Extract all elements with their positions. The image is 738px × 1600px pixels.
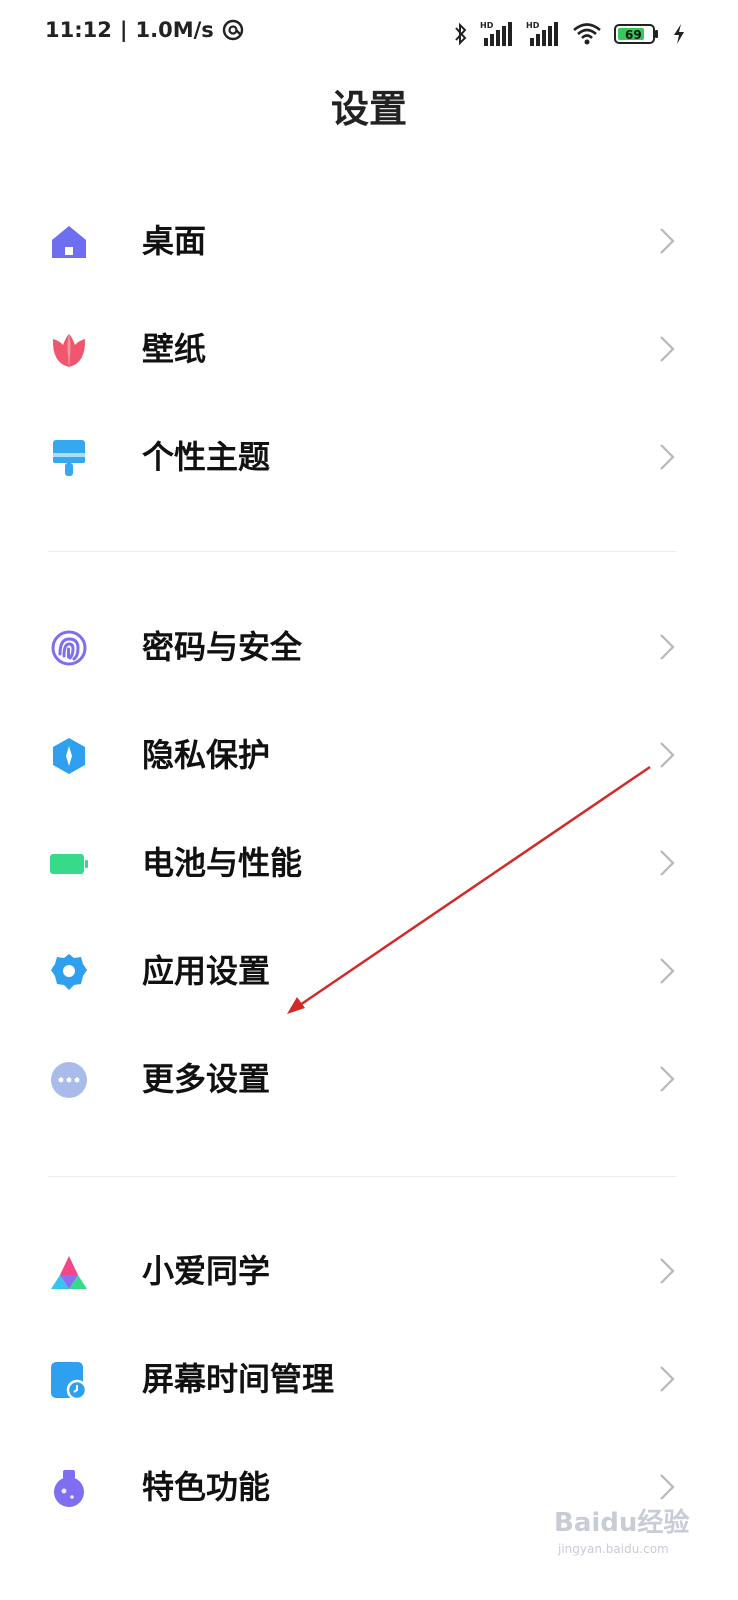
network-speed: 1.0M/s bbox=[135, 18, 214, 42]
section-divider bbox=[48, 1176, 676, 1177]
privacy-shield-icon bbox=[53, 738, 85, 774]
settings-row-label: 小爱同学 bbox=[142, 1252, 271, 1290]
watermark-text: Baidu经验 bbox=[554, 1507, 689, 1538]
hd-signal-icon: HD bbox=[526, 21, 558, 46]
settings-row-label: 桌面 bbox=[142, 222, 207, 260]
settings-row-label: 更多设置 bbox=[142, 1060, 271, 1098]
data-saver-icon bbox=[222, 19, 244, 41]
status-left: 11:12 | 1.0M/s bbox=[45, 18, 244, 42]
battery-icon bbox=[50, 854, 88, 874]
chevron-right-icon bbox=[660, 634, 675, 660]
status-bar: 11:12 | 1.0M/s HD HD 69 bbox=[0, 0, 738, 68]
chevron-right-icon bbox=[660, 444, 675, 470]
settings-row-app-settings[interactable]: 应用设置 bbox=[0, 918, 738, 1026]
chevron-right-icon bbox=[660, 228, 675, 254]
xiaoai-icon bbox=[51, 1256, 87, 1289]
settings-row-password-security[interactable]: 密码与安全 bbox=[0, 594, 738, 702]
baidu-jingyan-watermark: Baidu经验 jingyan.baidu.com bbox=[554, 1507, 689, 1556]
watermark-subtext: jingyan.baidu.com bbox=[557, 1542, 669, 1556]
settings-row-more-settings[interactable]: 更多设置 bbox=[0, 1026, 738, 1134]
paintbrush-icon bbox=[53, 440, 85, 476]
charging-bolt-icon bbox=[674, 24, 684, 44]
status-right: HD HD 69 bbox=[454, 20, 686, 48]
settings-row-privacy[interactable]: 隐私保护 bbox=[0, 702, 738, 810]
section-divider bbox=[48, 551, 676, 552]
svg-text:HD: HD bbox=[480, 21, 494, 30]
settings-row-label: 壁纸 bbox=[142, 330, 207, 368]
flask-icon bbox=[54, 1470, 84, 1507]
fingerprint-icon bbox=[51, 630, 87, 666]
settings-row-label: 电池与性能 bbox=[142, 844, 303, 882]
settings-row-label: 隐私保护 bbox=[142, 736, 271, 774]
chevron-right-icon bbox=[660, 1066, 675, 1092]
chevron-right-icon bbox=[660, 742, 675, 768]
settings-row-label: 个性主题 bbox=[142, 438, 271, 476]
svg-text:HD: HD bbox=[526, 21, 540, 30]
settings-row-screen-time[interactable]: 屏幕时间管理 bbox=[0, 1326, 738, 1434]
settings-row-themes[interactable]: 个性主题 bbox=[0, 404, 738, 512]
settings-row-label: 密码与安全 bbox=[142, 628, 303, 666]
settings-row-desktop[interactable]: 桌面 bbox=[0, 188, 738, 296]
settings-row-wallpaper[interactable]: 壁纸 bbox=[0, 296, 738, 404]
screen-time-icon bbox=[51, 1362, 88, 1399]
gear-icon bbox=[51, 954, 87, 990]
tulip-icon bbox=[52, 334, 86, 367]
settings-row-label: 屏幕时间管理 bbox=[142, 1360, 335, 1398]
settings-row-label: 应用设置 bbox=[142, 952, 271, 990]
status-time: 11:12 bbox=[45, 18, 112, 42]
battery-level: 69 bbox=[625, 28, 642, 42]
settings-row-label: 特色功能 bbox=[142, 1468, 271, 1506]
more-dots-icon bbox=[51, 1062, 87, 1098]
status-separator: | bbox=[119, 18, 128, 42]
settings-row-battery-performance[interactable]: 电池与性能 bbox=[0, 810, 738, 918]
chevron-right-icon bbox=[660, 1366, 675, 1392]
wifi-icon bbox=[573, 23, 601, 45]
bluetooth-icon bbox=[455, 22, 467, 46]
chevron-right-icon bbox=[660, 336, 675, 362]
page-title: 设置 bbox=[330, 87, 407, 131]
home-icon bbox=[52, 226, 86, 258]
settings-row-xiaoai[interactable]: 小爱同学 bbox=[0, 1218, 738, 1326]
hd-signal-icon: HD bbox=[480, 21, 512, 46]
chevron-right-icon bbox=[660, 958, 675, 984]
battery-status-icon: 69 bbox=[614, 24, 658, 44]
chevron-right-icon bbox=[660, 1258, 675, 1284]
chevron-right-icon bbox=[660, 850, 675, 876]
